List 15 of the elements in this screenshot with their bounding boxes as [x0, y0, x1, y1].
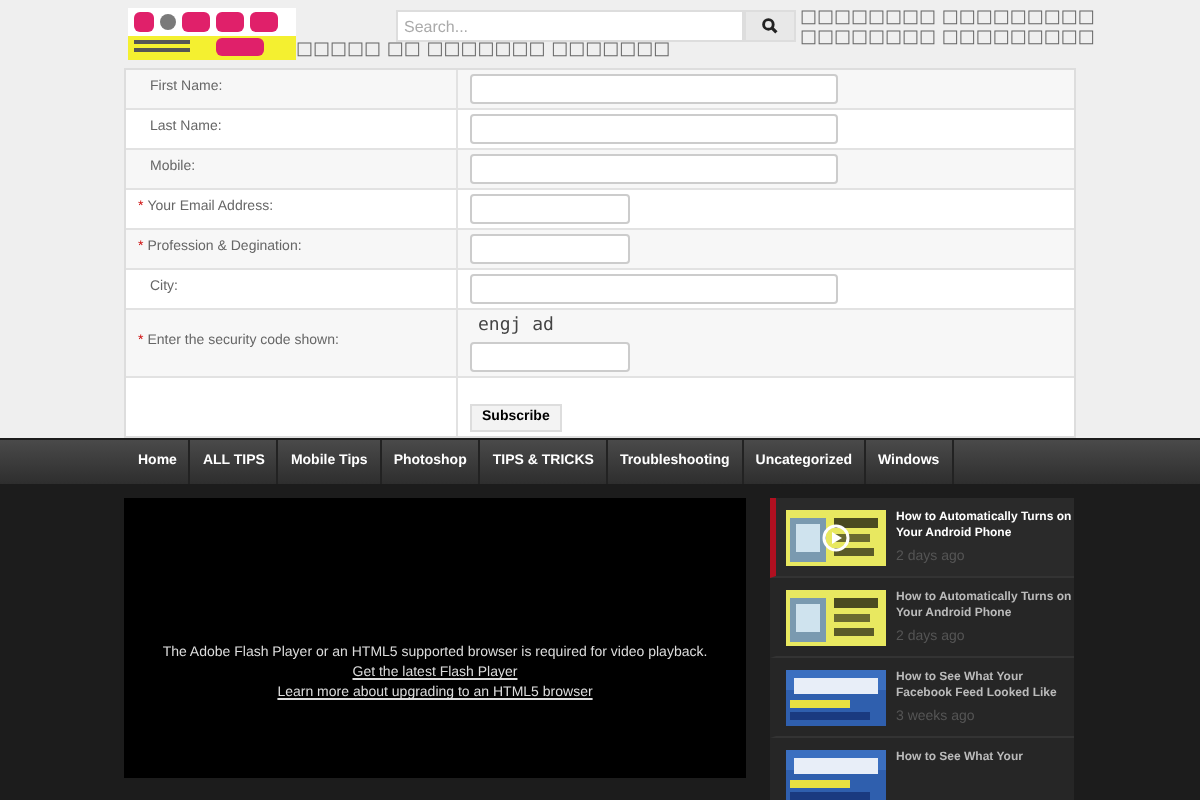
- text-field[interactable]: [470, 154, 838, 184]
- text-field[interactable]: [470, 342, 630, 372]
- header-link[interactable]: □□□□□□□□ □□□□□□□□□: [800, 28, 1095, 48]
- captcha-code: engj ad: [478, 314, 556, 340]
- search-button[interactable]: [744, 10, 796, 42]
- text-field[interactable]: [470, 194, 630, 224]
- text-field[interactable]: [470, 234, 630, 264]
- text-field[interactable]: [470, 74, 838, 104]
- logo[interactable]: [128, 8, 296, 60]
- text-field[interactable]: [470, 114, 838, 144]
- text-field[interactable]: [470, 274, 838, 304]
- tagline: □□□□□ □□ □□□□□□□ □□□□□□□: [296, 40, 673, 60]
- search-icon: [762, 18, 778, 34]
- search-field[interactable]: Search...: [396, 10, 744, 42]
- header-link[interactable]: □□□□□□□□ □□□□□□□□□: [800, 8, 1095, 28]
